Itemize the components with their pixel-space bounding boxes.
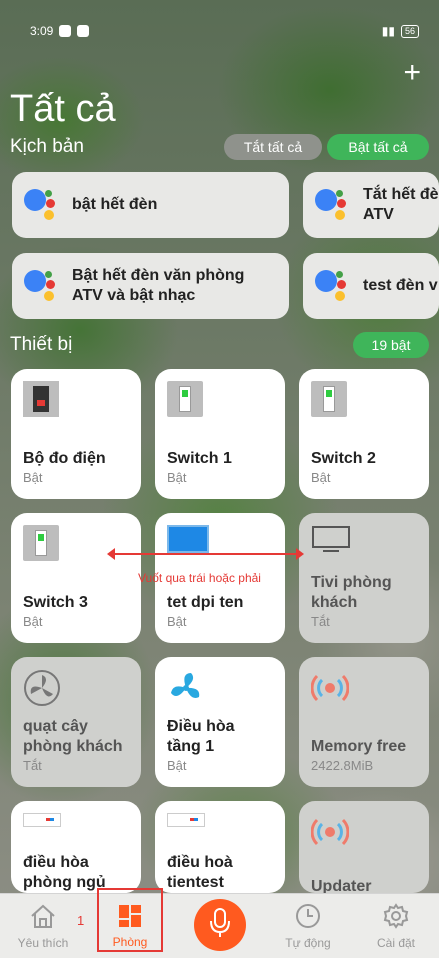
device-tile[interactable]: Updater bbox=[299, 801, 429, 895]
assistant-icon bbox=[315, 185, 351, 225]
microphone-icon bbox=[209, 907, 231, 943]
gear-icon bbox=[383, 902, 409, 932]
clock-icon bbox=[295, 903, 321, 932]
step-number-annotation: 1 bbox=[77, 913, 85, 928]
assistant-icon bbox=[24, 266, 60, 306]
device-tile[interactable]: điều hòa phòng ngủ bbox=[11, 801, 141, 893]
switch-icon bbox=[167, 381, 203, 417]
battery-icon: 56 bbox=[400, 24, 419, 38]
device-tile[interactable]: điều hoà tientest bbox=[155, 801, 285, 893]
air-conditioner-icon bbox=[23, 813, 61, 827]
nav-favorites[interactable]: Yêu thích bbox=[10, 894, 76, 958]
scenes-label: Kịch bản bbox=[10, 136, 84, 157]
scene-label: Bật hết đèn văn phòng ATV và bật nhạc bbox=[72, 267, 245, 304]
switch-icon bbox=[23, 525, 59, 561]
scene-card[interactable]: Bật hết đèn văn phòng ATV và bật nhạc bbox=[12, 253, 289, 319]
power-meter-icon bbox=[23, 381, 59, 417]
turn-on-all-button[interactable]: Bật tất cả bbox=[327, 134, 429, 160]
devices-on-count[interactable]: 19 bật bbox=[353, 332, 429, 358]
fan-icon bbox=[167, 669, 205, 712]
swipe-arrow-annotation bbox=[107, 548, 304, 560]
clock: 3:09 bbox=[30, 24, 54, 38]
devices-label: Thiết bị bbox=[10, 334, 73, 355]
scene-label: test đèn v bbox=[363, 277, 438, 294]
fan-icon bbox=[23, 669, 60, 706]
scene-card[interactable]: test đèn v bbox=[303, 253, 439, 319]
status-bar: 3:09 ▮▮ 56 bbox=[0, 18, 439, 44]
assistant-icon bbox=[315, 266, 351, 306]
device-tile[interactable]: Switch 3 Bật bbox=[11, 513, 141, 643]
device-tile[interactable]: Điều hòa tầng 1 Bật bbox=[155, 657, 285, 787]
app-notification-icon bbox=[77, 25, 90, 37]
sensor-icon bbox=[310, 813, 350, 856]
tv-icon bbox=[167, 525, 209, 553]
nav-automation[interactable]: Tự động bbox=[275, 894, 341, 958]
voice-button[interactable] bbox=[194, 899, 246, 951]
device-tile[interactable]: Switch 2 Bật bbox=[299, 369, 429, 499]
signal-icon: ▮▮ bbox=[381, 24, 395, 38]
scene-card[interactable]: Tắt hết đè ATV bbox=[303, 172, 439, 238]
device-tile[interactable]: quạt cây phòng khách Tắt bbox=[11, 657, 141, 787]
scene-label: bật hết đèn bbox=[72, 196, 158, 213]
scene-card[interactable]: bật hết đèn bbox=[12, 172, 289, 238]
sensor-icon bbox=[310, 669, 350, 712]
air-conditioner-icon bbox=[167, 813, 205, 827]
highlight-box-annotation bbox=[97, 888, 163, 952]
notification-icon bbox=[59, 25, 72, 37]
device-tile[interactable]: Switch 1 Bật bbox=[155, 369, 285, 499]
page-title: Tất cả bbox=[10, 88, 116, 130]
nav-settings[interactable]: Cài đặt bbox=[363, 894, 429, 958]
swipe-hint-text: Vuốt qua trái hoặc phải bbox=[138, 571, 261, 585]
plus-icon[interactable]: + bbox=[403, 58, 421, 88]
turn-off-all-button[interactable]: Tắt tất cả bbox=[224, 134, 322, 160]
device-tile[interactable]: Tivi phòng khách Tắt bbox=[299, 513, 429, 643]
scene-label: Tắt hết đè ATV bbox=[363, 186, 439, 223]
tv-icon bbox=[311, 525, 351, 553]
assistant-icon bbox=[24, 185, 60, 225]
home-icon bbox=[29, 903, 57, 932]
switch-icon bbox=[311, 381, 347, 417]
device-tile[interactable]: Bộ đo điện Bật bbox=[11, 369, 141, 499]
device-tile[interactable]: Memory free 2422.8MiB bbox=[299, 657, 429, 787]
